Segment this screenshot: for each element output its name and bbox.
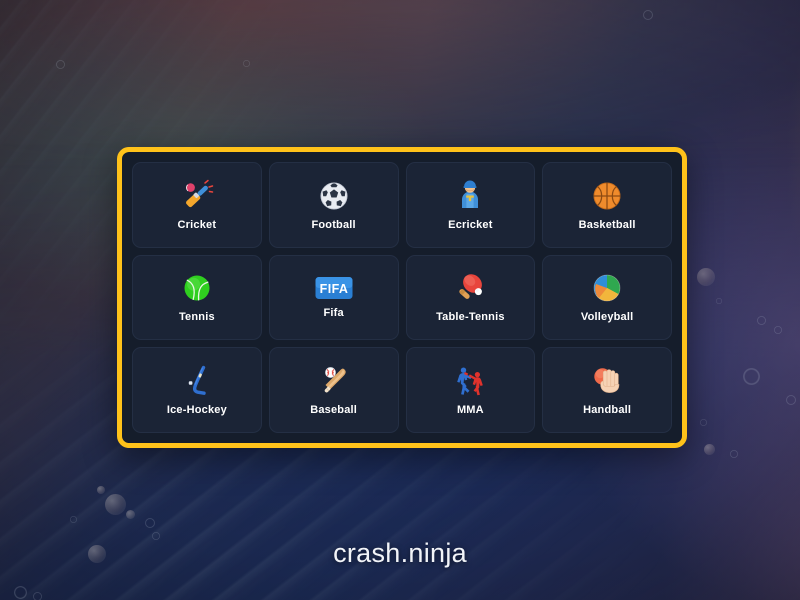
sport-card-handball[interactable]: Handball (542, 347, 672, 433)
sport-card-volleyball[interactable]: Volleyball (542, 254, 672, 341)
sport-card-label: Ice-Hockey (166, 404, 227, 417)
sport-card-label: Basketball (578, 218, 636, 231)
sport-card-ecricket[interactable]: Ecricket (405, 162, 536, 248)
martial-arts-fighters-icon (453, 364, 487, 398)
sport-card-fifa[interactable]: FIFA Fifa (268, 254, 399, 341)
sport-card-label: Fifa (323, 307, 344, 320)
sport-card-label: Handball (583, 404, 632, 417)
ping-pong-paddle-icon (453, 271, 487, 305)
wallpaper-bubble (786, 395, 796, 405)
wallpaper-bubble (700, 419, 707, 426)
wallpaper-bubble (243, 60, 250, 67)
footer-brand-text: crash.ninja (333, 538, 467, 568)
volleyball-color-wheel-icon (590, 271, 624, 305)
wallpaper-bubble (716, 298, 722, 304)
basketball-icon (590, 179, 624, 213)
sports-selection-panel: Cricket Football Ecricket Basketball Ten… (117, 147, 687, 448)
wallpaper-bubble (697, 268, 715, 286)
sport-card-tennis[interactable]: Tennis (132, 254, 262, 341)
cricket-player-icon (453, 179, 487, 213)
baseball-bat-ball-icon (317, 364, 351, 398)
wallpaper-bubble (145, 518, 155, 528)
wallpaper-bubble (105, 494, 126, 515)
sport-card-label: MMA (456, 404, 484, 417)
sport-card-cricket[interactable]: Cricket (132, 162, 262, 248)
wallpaper-bubble (97, 486, 105, 494)
wallpaper-bubble (704, 444, 715, 455)
sport-card-label: Tennis (178, 311, 215, 324)
wallpaper-bubble (70, 516, 77, 523)
wallpaper-bubble (743, 368, 760, 385)
sport-card-baseball[interactable]: Baseball (268, 347, 399, 433)
sport-card-label: Cricket (177, 218, 217, 231)
sport-card-football[interactable]: Football (268, 162, 399, 248)
wallpaper-bubble (757, 316, 766, 325)
wallpaper-bubble (56, 60, 65, 69)
hockey-stick-puck-icon (180, 364, 214, 398)
wallpaper-bubble (33, 592, 42, 600)
wallpaper-bubble (774, 326, 782, 334)
sport-card-label: Table-Tennis (436, 311, 505, 324)
wallpaper-bubble (643, 10, 653, 20)
sport-card-label: Ecricket (448, 218, 493, 231)
wallpaper-bubble (126, 510, 135, 519)
soccer-ball-icon (317, 179, 351, 213)
tennis-ball-icon (180, 271, 214, 305)
sport-card-ice-hockey[interactable]: Ice-Hockey (132, 347, 262, 433)
sport-card-basketball[interactable]: Basketball (542, 162, 672, 248)
wallpaper-bubble (14, 586, 27, 599)
sport-card-label: Volleyball (580, 311, 634, 324)
sport-card-label: Baseball (310, 404, 358, 417)
sport-card-label: Football (311, 218, 356, 231)
fifa-logo-icon: FIFA (315, 275, 353, 301)
handball-hand-ball-icon (590, 364, 624, 398)
svg-text:FIFA: FIFA (319, 283, 348, 297)
sport-card-mma[interactable]: MMA (405, 347, 536, 433)
cricket-bat-ball-icon (180, 179, 214, 213)
wallpaper-bubble (730, 450, 738, 458)
sport-card-table-tennis[interactable]: Table-Tennis (405, 254, 536, 341)
